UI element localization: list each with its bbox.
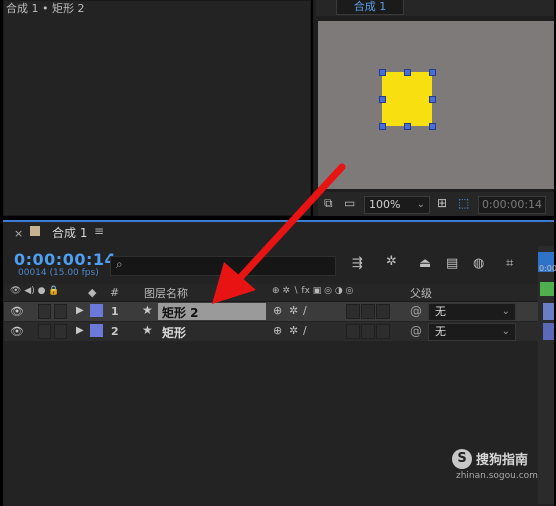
sogou-logo-icon: S — [452, 449, 472, 469]
watermark-brand: 搜狗指南 — [476, 453, 529, 468]
watermark-url: zhinan.sogou.com — [456, 471, 538, 481]
annotation-arrow — [212, 163, 346, 304]
